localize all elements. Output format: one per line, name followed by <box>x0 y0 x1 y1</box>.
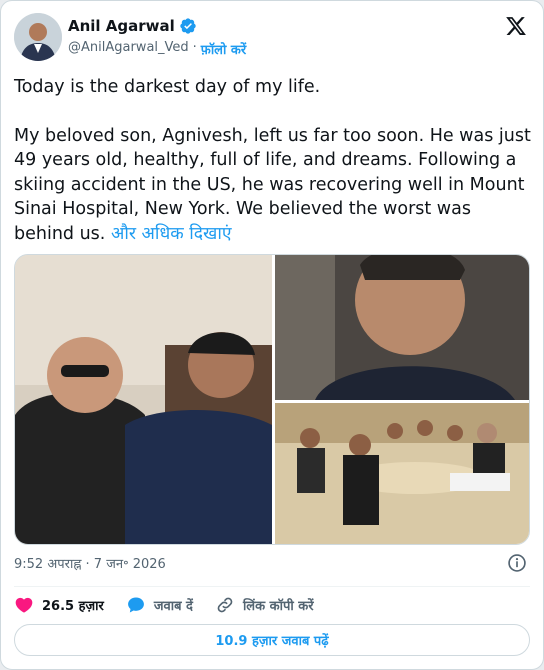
read-replies-label: 10.9 हज़ार जवाब पढ़ें <box>215 634 329 649</box>
avatar[interactable] <box>14 13 62 61</box>
tweet-body: My beloved son, Agnivesh, left us far to… <box>14 124 532 247</box>
like-button[interactable]: 26.5 हज़ार <box>14 595 104 615</box>
reply-button[interactable]: जवाब दें <box>126 595 193 615</box>
heart-icon <box>15 597 33 613</box>
handle-row: @AnilAgarwal_Ved · फ़ॉलो करें <box>68 40 246 58</box>
info-icon[interactable] <box>507 553 527 573</box>
tweet-body-text: My beloved son, Agnivesh, left us far to… <box>14 125 531 244</box>
follow-button[interactable]: फ़ॉलो करें <box>201 40 246 58</box>
tweet-card: Anil Agarwal @AnilAgarwal_Ved · फ़ॉलो कर… <box>0 0 544 670</box>
action-bar: 26.5 हज़ार जवाब दें लिंक कॉपी करें <box>14 593 336 617</box>
show-more-link[interactable]: और अधिक दिखाएं <box>111 224 232 244</box>
reply-bubble-icon <box>127 597 144 613</box>
photo-1[interactable] <box>15 255 272 544</box>
tweet-text: Today is the darkest day of my life. My … <box>14 75 532 246</box>
timestamp[interactable]: 9:52 अपराह्न · 7 जन॰ 2026 <box>14 554 166 572</box>
author-handle[interactable]: @AnilAgarwal_Ved <box>68 40 189 58</box>
copy-link-label: लिंक कॉपी करें <box>242 599 314 614</box>
divider <box>14 586 530 587</box>
like-count: 26.5 हज़ार <box>42 599 104 614</box>
reply-label: जवाब दें <box>153 599 193 614</box>
author-name[interactable]: Anil Agarwal <box>68 17 175 35</box>
tweet-line-1: Today is the darkest day of my life. <box>14 77 321 97</box>
photo-3[interactable] <box>275 403 529 544</box>
x-logo-icon[interactable] <box>505 15 527 37</box>
read-replies-button[interactable]: 10.9 हज़ार जवाब पढ़ें <box>14 624 530 656</box>
media-grid <box>14 254 530 545</box>
verified-badge-icon <box>180 18 196 34</box>
photo-2[interactable] <box>275 255 529 400</box>
author-name-row[interactable]: Anil Agarwal <box>68 17 197 35</box>
separator-dot: · <box>192 40 197 55</box>
copy-link-button[interactable]: लिंक कॉपी करें <box>215 595 314 615</box>
link-icon <box>217 597 233 613</box>
